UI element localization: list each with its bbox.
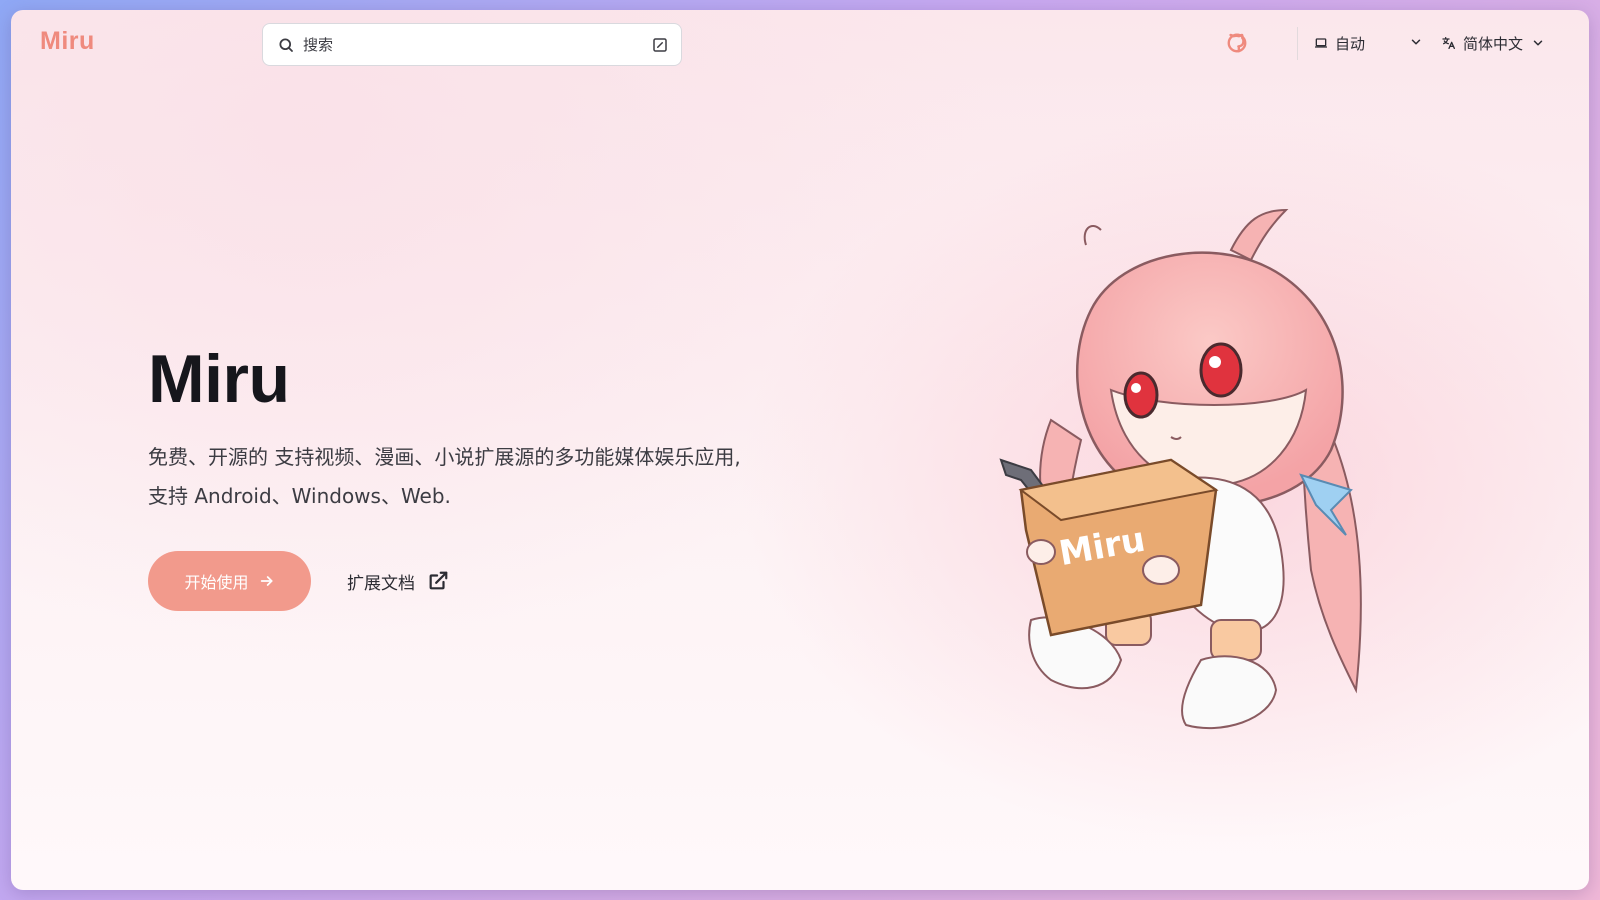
language-label: 简体中文 [1463,34,1524,53]
get-started-label: 开始使用 [184,573,249,592]
appearance-label: 自动 [1335,34,1366,53]
hero-title: Miru [148,341,290,417]
translate-icon [1442,37,1455,49]
chevron-down-icon [1533,40,1543,46]
extension-docs-link[interactable]: 扩展文档 [347,567,449,595]
external-link-icon [429,571,448,590]
site-logo[interactable]: Miru [40,27,95,56]
arrow-right-icon [260,576,273,586]
laptop-icon [1315,38,1327,48]
language-switcher[interactable]: 简体中文 [1441,32,1545,54]
hero-description-line: 免费、开源的 支持视频、漫画、小说扩展源的多功能媒体娱乐应用, [148,445,741,469]
search-box[interactable]: 搜索 [262,23,682,66]
top-navbar: Miru 搜索 自动 简体中文 [11,10,1589,76]
mascot-illustration: Miru [999,208,1362,730]
get-started-button[interactable]: 开始使用 [148,551,311,611]
appearance-switcher[interactable]: 自动 [1313,32,1421,54]
hero-description-line: 支持 Android、Windows、Web. [148,484,451,508]
github-icon[interactable] [1226,32,1248,54]
keyboard-shortcut-icon [653,37,667,52]
nav-divider [1297,27,1298,60]
browser-window: Miru 搜索 自动 简体中文 Miru 免费、开源的 支持视频、漫画、小说扩展… [11,10,1589,890]
search-icon [279,37,293,52]
hero-description: 免费、开源的 支持视频、漫画、小说扩展源的多功能媒体娱乐应用, 支持 Andro… [148,438,908,516]
extension-docs-label: 扩展文档 [347,573,415,594]
chevron-down-icon [1411,39,1421,45]
search-placeholder: 搜索 [303,36,334,54]
